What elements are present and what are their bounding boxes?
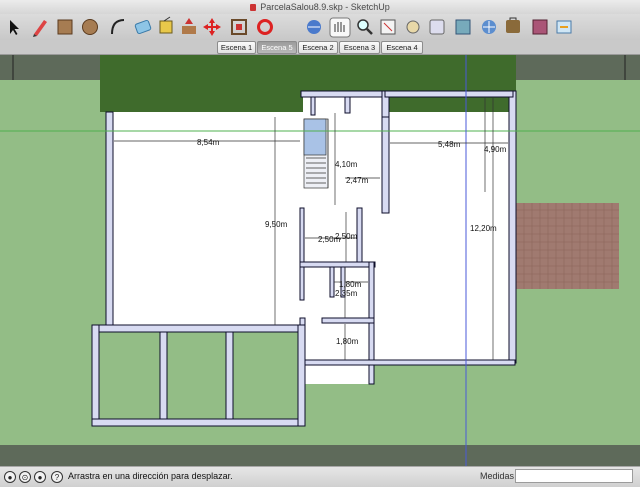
pan-icon[interactable] bbox=[329, 17, 351, 38]
layers-icon[interactable] bbox=[556, 20, 572, 34]
select-icon[interactable] bbox=[10, 20, 19, 35]
user-icon[interactable]: ● bbox=[34, 471, 46, 483]
tab-escena-1[interactable]: Escena 1 bbox=[217, 41, 256, 54]
previous-view-icon[interactable] bbox=[406, 20, 420, 34]
credits-icon[interactable]: ⊙ bbox=[19, 471, 31, 483]
rectangle-icon[interactable] bbox=[57, 19, 73, 35]
title-bar: ParcelaSalou8.9.skp - SketchUp bbox=[0, 0, 640, 14]
main-toolbar bbox=[0, 14, 640, 40]
dimension-label: 4,10m bbox=[335, 160, 358, 169]
share-icon[interactable] bbox=[506, 17, 520, 33]
zoom-icon[interactable] bbox=[357, 19, 373, 35]
geo-location-icon[interactable]: ● bbox=[4, 471, 16, 483]
arc-icon[interactable] bbox=[111, 19, 125, 35]
dimension-label: 1,80m bbox=[336, 337, 359, 346]
pencil-icon[interactable] bbox=[33, 20, 47, 37]
document-icon bbox=[250, 4, 257, 12]
dimension-label: 1,80m bbox=[339, 280, 362, 289]
dimension-label: 8,54m bbox=[197, 138, 220, 147]
dimension-label: 2,50m bbox=[318, 235, 341, 244]
dimension-label: 4,90m bbox=[484, 145, 507, 154]
dimension-label: 12,20m bbox=[470, 224, 497, 233]
model-viewport[interactable]: 8,54m 5,48m 4,90m 4,10m 2,47m 9,50m 12,2… bbox=[0, 55, 640, 466]
tab-escena-4[interactable]: Escena 4 bbox=[381, 41, 423, 54]
dimension-label: 2,47m bbox=[346, 176, 369, 185]
tab-escena-3[interactable]: Escena 3 bbox=[339, 41, 380, 54]
eraser-icon[interactable] bbox=[134, 19, 152, 35]
window-title: ParcelaSalou8.9.skp - SketchUp bbox=[260, 2, 390, 12]
orbit-icon[interactable] bbox=[307, 20, 321, 34]
help-icon[interactable]: ? bbox=[51, 471, 63, 483]
dimension-label: 2,35m bbox=[335, 289, 358, 298]
dimension-label: 9,50m bbox=[265, 220, 288, 229]
tab-escena-5[interactable]: Escena 5 bbox=[257, 41, 297, 54]
status-hint: Arrastra en una dirección para desplazar… bbox=[68, 471, 233, 481]
dimension-label: 5,48m bbox=[438, 140, 461, 149]
get-models-icon[interactable] bbox=[482, 20, 496, 34]
status-bar: ● ⊙ ● ? Arrastra en una dirección para d… bbox=[0, 466, 640, 487]
circle-icon[interactable] bbox=[82, 19, 98, 35]
paving-area bbox=[516, 203, 619, 289]
measurements-label: Medidas bbox=[480, 471, 515, 481]
move-icon[interactable] bbox=[203, 18, 221, 36]
rotate-icon[interactable] bbox=[257, 19, 273, 35]
paint-bucket-icon[interactable] bbox=[159, 16, 173, 34]
scene-tabs: Escena 1 Escena 5 Escena 2 Escena 3 Esce… bbox=[0, 40, 640, 55]
bottom-shadow-band bbox=[0, 445, 640, 466]
next-view-icon[interactable] bbox=[429, 19, 445, 35]
push-pull-icon[interactable] bbox=[182, 18, 196, 34]
measurements-input[interactable] bbox=[515, 469, 633, 483]
components-icon[interactable] bbox=[455, 19, 471, 35]
components-browser-icon[interactable] bbox=[532, 19, 548, 35]
offset-icon[interactable] bbox=[231, 19, 247, 35]
tab-escena-2[interactable]: Escena 2 bbox=[298, 41, 338, 54]
zoom-extents-icon[interactable] bbox=[380, 19, 396, 35]
